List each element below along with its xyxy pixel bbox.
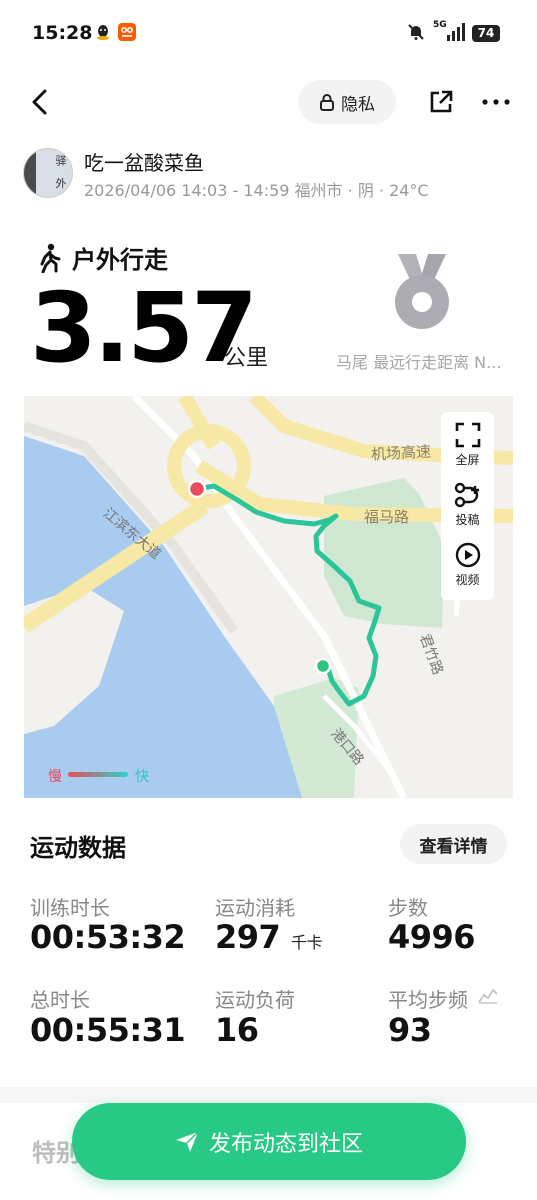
back-button[interactable] [22,84,56,120]
fullscreen-icon [455,422,480,448]
more-dots-icon [482,99,510,105]
map-canvas [24,396,513,798]
privacy-label: 隐私 [341,94,375,115]
walking-icon [40,243,61,273]
view-details-button[interactable]: 查看详情 [400,824,507,864]
activity-meta: 2026/04/06 14:03 - 14:59 福州市 · 阴 · 24°C [84,181,429,200]
mute-icon [407,23,425,41]
avatar[interactable]: 驿 外 [23,148,73,198]
section-divider [0,1087,537,1103]
stat-value-training-load: 16 [215,1011,259,1049]
map-toolbar: 全屏 投稿 视频 [441,412,494,600]
legend-fast: 快 [135,769,149,785]
more-button[interactable] [478,84,514,120]
publish-label: 发布动态到社区 [208,1131,363,1157]
stat-label-calories: 运动消耗 [215,896,295,920]
status-bar: 15:28 5G 74 [0,0,537,70]
video-button[interactable]: 视频 [441,542,494,588]
share-button[interactable] [424,84,458,120]
video-label: 视频 [455,573,480,587]
stat-value-calories: 297 千卡 [215,918,322,956]
medal-label[interactable]: 马尾 最远行走距离 N... [336,349,501,373]
calories-unit: 千卡 [290,933,323,952]
route-end-marker [314,657,332,675]
activity-type-row: 户外行走 [36,240,168,275]
activity-type: 户外行走 [72,246,168,274]
battery-level: 74 [472,25,500,42]
post-route-label: 投稿 [455,513,480,527]
fullscreen-label: 全屏 [455,453,480,467]
distance-unit: 公里 [224,346,269,371]
stat-label-training-time: 训练时长 [30,896,110,920]
stat-label-training-load: 运动负荷 [215,988,295,1012]
map-label-airport-expressway: 机场高速 [370,442,432,464]
route-start-marker [187,479,207,499]
user-name: 吃一盆酸菜鱼 [84,151,204,175]
avatar-text: 驿 外 [54,155,67,193]
post-route-button[interactable]: 投稿 [441,482,494,528]
signal-icon [446,23,465,41]
calories-number: 297 [215,918,281,956]
stat-value-training-time: 00:53:32 [30,918,186,956]
stat-value-steps: 4996 [388,918,476,956]
route-post-icon [454,482,479,508]
share-icon [430,90,453,113]
privacy-button[interactable]: 隐私 [298,80,396,124]
chart-icon[interactable] [478,986,498,1008]
legend-slow: 慢 [48,769,62,785]
stat-label-cadence: 平均步频 [388,988,468,1012]
network-type: 5G [433,20,447,30]
status-time: 15:28 [32,22,93,44]
taobao-icon [118,23,136,41]
medal-icon[interactable] [390,250,454,336]
stat-value-total-time: 00:55:31 [30,1011,186,1049]
stats-title: 运动数据 [30,834,126,862]
fullscreen-button[interactable]: 全屏 [441,422,494,468]
play-video-icon [455,542,480,568]
lock-icon [320,94,334,111]
map-label-fuma-road: 福马路 [364,508,410,526]
speed-legend-bar [68,772,128,777]
stat-label-total-time: 总时长 [30,988,90,1012]
stat-label-steps: 步数 [388,896,428,920]
distance-value: 3.57 [30,272,258,384]
chevron-left-icon [32,89,47,115]
send-icon [175,1130,199,1152]
stat-value-cadence: 93 [388,1011,432,1049]
publish-button[interactable]: 发布动态到社区 [72,1103,466,1180]
route-map[interactable]: 机场高速 福马路 江滨东大道 君竹路 港口路 慢 快 [24,396,513,798]
qq-icon [94,23,112,41]
